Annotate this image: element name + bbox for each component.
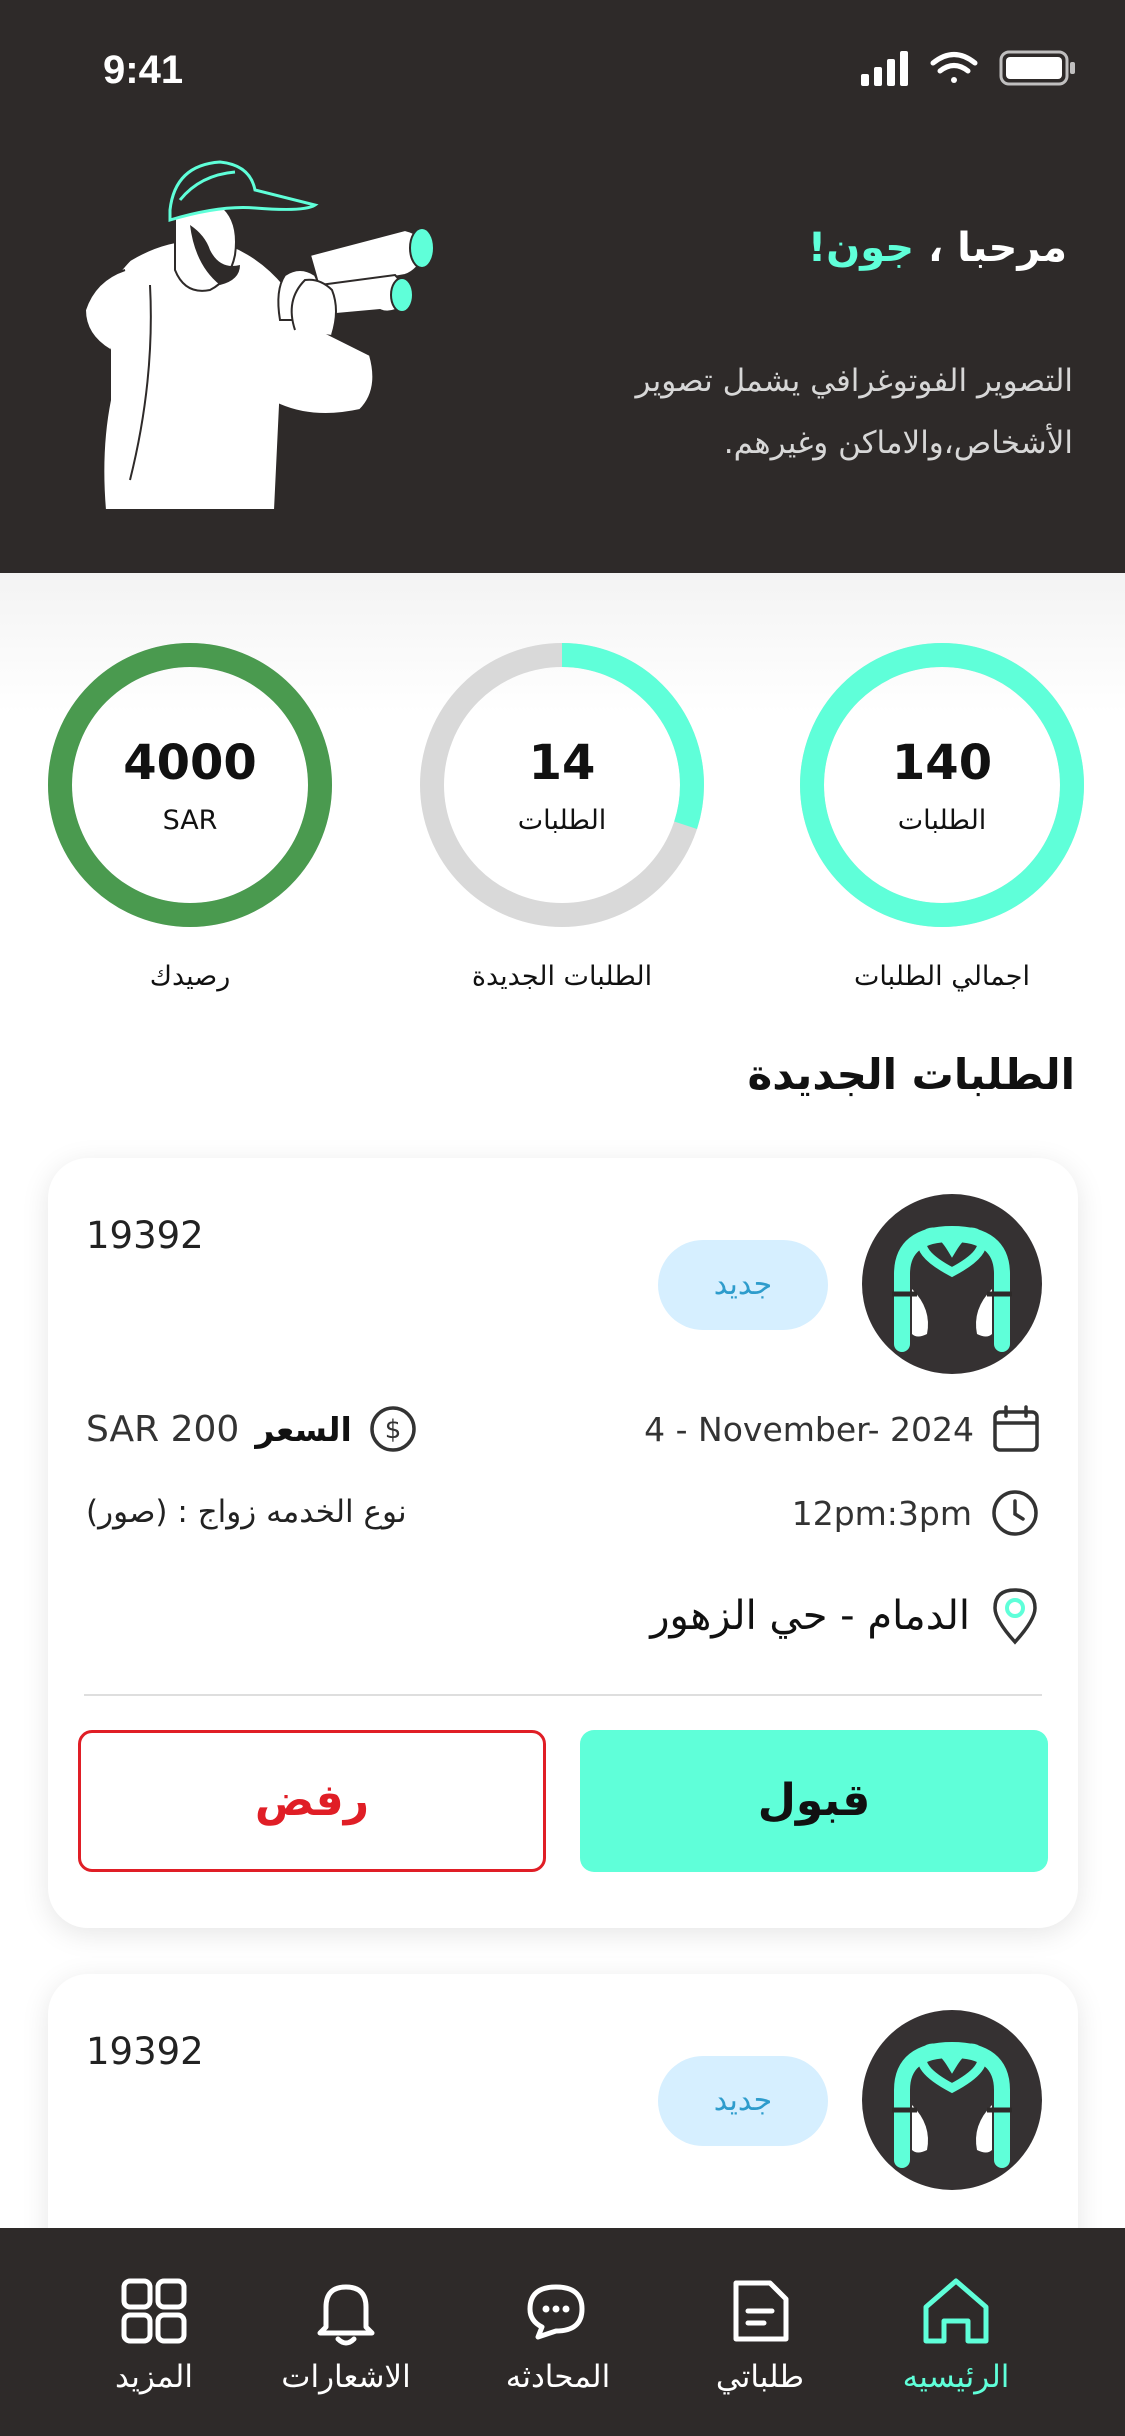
request-id: 19392	[86, 1214, 204, 1257]
nav-item-my-requests[interactable]: طلباتي	[660, 2273, 860, 2403]
user-name: جون!	[807, 225, 915, 271]
nav-item-home[interactable]: الرئيسيه	[856, 2273, 1056, 2403]
stat-label: اجمالي الطلبات	[854, 961, 1030, 992]
location-row: الدمام - حي الزهور	[650, 1586, 1040, 1646]
bottom-navigation: الرئيسيه طلباتي المحادثه الاشعارات المزي…	[0, 2228, 1125, 2436]
home-icon	[923, 2278, 989, 2344]
document-icon	[733, 2280, 789, 2342]
nav-label: المحادثه	[505, 2359, 611, 2395]
wedding-arch-icon	[892, 1225, 1012, 1352]
photographer-illustration	[83, 160, 435, 510]
service-row: نوع الخدمه زواج : (صور)	[86, 1494, 407, 1530]
divider	[84, 1694, 1042, 1696]
service-avatar	[862, 1194, 1042, 1374]
clock-icon	[992, 1490, 1038, 1536]
nav-label: الرئيسيه	[902, 2359, 1010, 2395]
service-avatar	[862, 2010, 1042, 2190]
header: 9:41 مرحبا ، جون! التصوير الفوتوغرافي يش…	[0, 0, 1125, 573]
nav-label: طلباتي	[715, 2359, 805, 2395]
stat-unit: SAR	[162, 805, 218, 836]
reject-button[interactable]: رفض	[78, 1730, 546, 1872]
chat-icon	[527, 2284, 585, 2340]
stat-label: الطلبات الجديدة	[471, 961, 653, 992]
wifi-icon	[930, 52, 978, 83]
nav-label: الاشعارات	[281, 2359, 411, 2395]
stat-label: رصيدك	[149, 961, 231, 992]
greeting: مرحبا ، جون!	[808, 225, 1067, 271]
wedding-arch-icon	[892, 2041, 1012, 2168]
bell-icon	[317, 2284, 375, 2346]
stats-section: 140 الطلبات اجمالي الطلبات 14 الطلبات ال…	[0, 573, 1125, 1023]
location-pin-icon	[993, 1588, 1037, 1645]
svg-text:$: $	[385, 1415, 402, 1445]
request-card[interactable]: 19392 جديد 4 - November- 2024 SAR 200 ال…	[48, 1158, 1078, 1928]
header-description: التصوير الفوتوغرافي يشمل تصوير الأشخاص،و…	[635, 363, 1073, 461]
stat-balance[interactable]: 4000 SAR	[40, 635, 340, 935]
date-row: 4 - November- 2024	[644, 1404, 1040, 1454]
grid-icon	[121, 2278, 187, 2344]
request-date: 4 - November- 2024	[644, 1409, 974, 1449]
stat-value: 14	[528, 735, 596, 791]
stat-unit: الطلبات	[897, 805, 987, 836]
accept-button[interactable]: قبول	[580, 1730, 1048, 1872]
request-time: 12pm:3pm	[791, 1493, 972, 1533]
price-label: السعر	[255, 1409, 352, 1449]
request-id: 19392	[86, 2030, 204, 2073]
status-bar: 9:41	[0, 0, 1125, 140]
nav-label: المزيد	[115, 2359, 193, 2395]
status-badge: جديد	[658, 2056, 828, 2146]
status-icons	[861, 50, 1075, 86]
stat-value: 4000	[123, 735, 257, 791]
dollar-icon: $	[370, 1406, 416, 1452]
battery-icon	[999, 50, 1075, 86]
nav-item-notifications[interactable]: الاشعارات	[246, 2273, 446, 2403]
nav-item-chat[interactable]: المحادثه	[458, 2273, 658, 2403]
signal-icon	[861, 51, 908, 86]
calendar-icon	[993, 1405, 1039, 1452]
status-badge: جديد	[658, 1240, 828, 1330]
status-time: 9:41	[103, 48, 184, 92]
price-value: SAR 200	[86, 1408, 240, 1450]
greeting-prefix: مرحبا ،	[914, 225, 1067, 271]
service-type: نوع الخدمه زواج : (صور)	[86, 1494, 407, 1530]
nav-item-more[interactable]: المزيد	[54, 2273, 254, 2403]
section-title: الطلبات الجديدة	[747, 1050, 1076, 1099]
price-row: SAR 200 السعر $	[86, 1404, 418, 1454]
stat-value: 140	[891, 735, 993, 791]
stat-new-requests[interactable]: 14 الطلبات	[412, 635, 712, 935]
time-row: 12pm:3pm	[792, 1488, 1040, 1538]
request-location: الدمام - حي الزهور	[650, 1593, 970, 1639]
stat-total-requests[interactable]: 140 الطلبات	[792, 635, 1092, 935]
stat-unit: الطلبات	[517, 805, 607, 836]
